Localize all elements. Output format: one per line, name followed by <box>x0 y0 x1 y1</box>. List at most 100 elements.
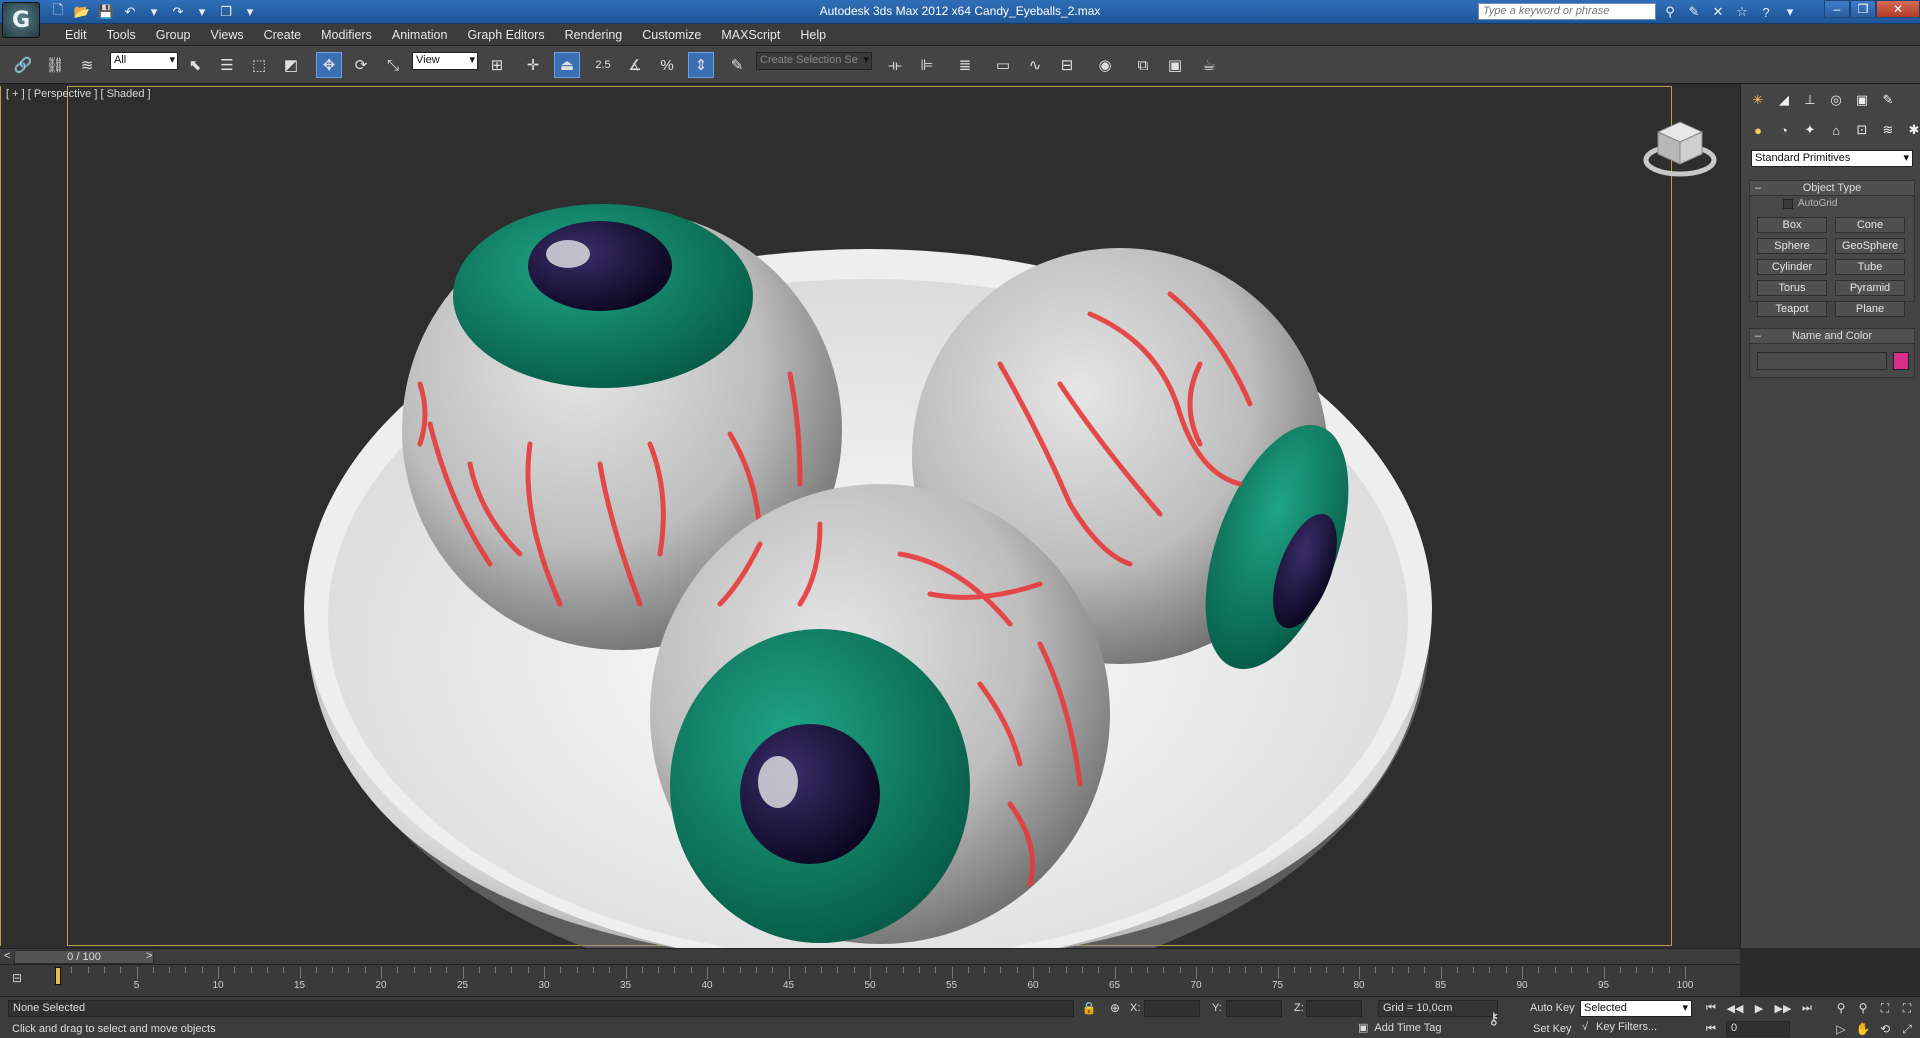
time-slider-next[interactable]: > <box>146 950 152 962</box>
select-scale-icon[interactable]: ⤡ <box>380 52 406 78</box>
display-tab-icon[interactable]: ▣ <box>1851 90 1873 110</box>
snap-toggle-icon[interactable]: 2.5 <box>590 52 616 78</box>
viewport-label-menu[interactable]: [ + ] [ Perspective ] [ Shaded ] <box>6 88 151 100</box>
render-production-icon[interactable]: ☕ <box>1196 52 1222 78</box>
auto-key-button[interactable]: Auto Key <box>1530 1002 1575 1014</box>
help-dropdown-icon[interactable]: ▾ <box>1780 3 1800 21</box>
perspective-viewport[interactable]: [ + ] [ Perspective ] [ Shaded ] <box>0 84 1740 948</box>
menu-rendering[interactable]: Rendering <box>555 27 633 43</box>
set-keys-icon[interactable]: ⚷ <box>1488 1009 1500 1029</box>
binoculars-icon[interactable]: ⚲ <box>1660 3 1680 21</box>
previous-frame-icon[interactable]: ◀◀ <box>1726 1000 1744 1016</box>
z-coordinate-field[interactable] <box>1306 1000 1362 1017</box>
align-icon[interactable]: ⊫ <box>914 52 940 78</box>
maximize-icon[interactable]: ❐ <box>1850 0 1876 18</box>
field-of-view-icon[interactable]: ▷ <box>1832 1021 1850 1037</box>
close-icon[interactable]: ✕ <box>1876 0 1920 18</box>
communication-icon[interactable]: ✕ <box>1708 3 1728 21</box>
cone-button[interactable]: Cone <box>1835 217 1905 233</box>
link-icon[interactable]: 🔗 <box>10 52 36 78</box>
keyboard-shortcut-override-icon[interactable]: ⏏ <box>554 52 580 78</box>
object-color-swatch[interactable] <box>1893 352 1909 370</box>
maximize-viewport-icon[interactable]: ⤢ <box>1898 1021 1916 1037</box>
menu-views[interactable]: Views <box>200 27 253 43</box>
mini-curve-editor-icon[interactable]: ⊟ <box>12 971 32 987</box>
play-icon[interactable]: ▶ <box>1750 1000 1768 1016</box>
menu-customize[interactable]: Customize <box>632 27 711 43</box>
key-mode-toggle-icon[interactable]: ⏮ <box>1702 1021 1720 1037</box>
zoom-all-icon[interactable]: ⚲ <box>1854 1000 1872 1016</box>
minimize-icon[interactable]: – <box>1824 0 1850 18</box>
key-mode-dropdown[interactable]: Selected <box>1580 1000 1692 1017</box>
menu-animation[interactable]: Animation <box>382 27 458 43</box>
add-time-tag[interactable]: ▣ Add Time Tag <box>1358 1021 1441 1035</box>
object-type-rollout-header[interactable]: – Object Type <box>1749 180 1915 196</box>
zoom-icon[interactable]: ⚲ <box>1832 1000 1850 1016</box>
menu-help[interactable]: Help <box>790 27 836 43</box>
viewcube[interactable] <box>1640 114 1720 184</box>
teapot-button[interactable]: Teapot <box>1757 301 1827 317</box>
menu-maxscript[interactable]: MAXScript <box>711 27 790 43</box>
motion-tab-icon[interactable]: ◎ <box>1825 90 1847 110</box>
systems-icon[interactable]: ✱ <box>1903 120 1920 140</box>
material-editor-icon[interactable]: ◉ <box>1092 52 1118 78</box>
manipulate-icon[interactable]: ✛ <box>520 52 546 78</box>
window-crossing-icon[interactable]: ◩ <box>278 52 304 78</box>
object-name-field[interactable] <box>1757 352 1887 370</box>
geometry-icon[interactable]: ● <box>1747 120 1769 140</box>
search-input[interactable]: Type a keyword or phrase <box>1478 3 1656 20</box>
edit-named-selections-icon[interactable]: ✎ <box>724 52 750 78</box>
torus-button[interactable]: Torus <box>1757 280 1827 296</box>
render-setup-icon[interactable]: ⧉ <box>1130 52 1156 78</box>
modify-tab-icon[interactable]: ◢ <box>1773 90 1795 110</box>
menu-tools[interactable]: Tools <box>97 27 146 43</box>
tube-button[interactable]: Tube <box>1835 259 1905 275</box>
select-by-name-icon[interactable]: ☰ <box>214 52 240 78</box>
angle-snap-icon[interactable]: ∡ <box>622 52 648 78</box>
selection-filter-dropdown[interactable]: All <box>110 52 178 70</box>
pan-view-icon[interactable]: ✋ <box>1854 1021 1872 1037</box>
orbit-icon[interactable]: ⟲ <box>1876 1021 1894 1037</box>
plane-button[interactable]: Plane <box>1835 301 1905 317</box>
favorites-star-icon[interactable]: ☆ <box>1732 3 1752 21</box>
selection-lock-icon[interactable]: 🔒 <box>1080 1000 1098 1016</box>
time-slider[interactable]: < 0 / 100 > <box>0 948 1740 964</box>
go-to-start-icon[interactable]: ⏮ <box>1702 1000 1720 1016</box>
autogrid-checkbox[interactable]: AutoGrid <box>1783 198 1837 209</box>
key-filters-button[interactable]: √ Key Filters... <box>1582 1021 1657 1033</box>
percent-snap-icon[interactable]: % <box>654 52 680 78</box>
app-logo-button[interactable]: G <box>2 2 40 38</box>
y-coordinate-field[interactable] <box>1226 1000 1282 1017</box>
named-selection-sets-dropdown[interactable]: Create Selection Se <box>756 52 872 70</box>
menu-create[interactable]: Create <box>254 27 312 43</box>
current-frame-field[interactable]: 0 <box>1726 1021 1790 1037</box>
track-bar[interactable]: ⊟ 5 10 15 20 25 30 35 40 45 50 55 60 65 70 75 80 85 90 95 1… <box>0 964 1740 996</box>
reference-coordinate-dropdown[interactable]: View <box>412 52 478 70</box>
select-rotate-icon[interactable]: ⟳ <box>348 52 374 78</box>
layer-manager-icon[interactable]: ≣ <box>952 52 978 78</box>
curve-editor-icon[interactable]: ∿ <box>1022 52 1048 78</box>
cylinder-button[interactable]: Cylinder <box>1757 259 1827 275</box>
menu-group[interactable]: Group <box>146 27 201 43</box>
geosphere-button[interactable]: GeoSphere <box>1835 238 1905 254</box>
current-frame-marker[interactable] <box>55 967 61 985</box>
menu-modifiers[interactable]: Modifiers <box>311 27 382 43</box>
helpers-icon[interactable]: ⊡ <box>1851 120 1873 140</box>
help-icon[interactable]: ? <box>1756 3 1776 21</box>
cameras-icon[interactable]: ⌂ <box>1825 120 1847 140</box>
select-object-icon[interactable]: ⬉ <box>182 52 208 78</box>
spacewarps-icon[interactable]: ≋ <box>1877 120 1899 140</box>
mirror-icon[interactable]: ⟛ <box>882 52 908 78</box>
box-button[interactable]: Box <box>1757 217 1827 233</box>
rectangular-selection-icon[interactable]: ⬚ <box>246 52 272 78</box>
absolute-mode-icon[interactable]: ⊕ <box>1106 1000 1124 1016</box>
sphere-button[interactable]: Sphere <box>1757 238 1827 254</box>
next-frame-icon[interactable]: ▶▶ <box>1774 1000 1792 1016</box>
select-move-icon[interactable]: ✥ <box>316 52 342 78</box>
go-to-end-icon[interactable]: ⏭ <box>1798 1000 1816 1016</box>
schematic-view-icon[interactable]: ⊟ <box>1054 52 1080 78</box>
bind-spacewarp-icon[interactable]: ≋ <box>74 52 100 78</box>
set-key-button[interactable]: Set Key <box>1533 1023 1572 1035</box>
spinner-snap-icon[interactable]: ⇕ <box>688 52 714 78</box>
x-coordinate-field[interactable] <box>1144 1000 1200 1017</box>
